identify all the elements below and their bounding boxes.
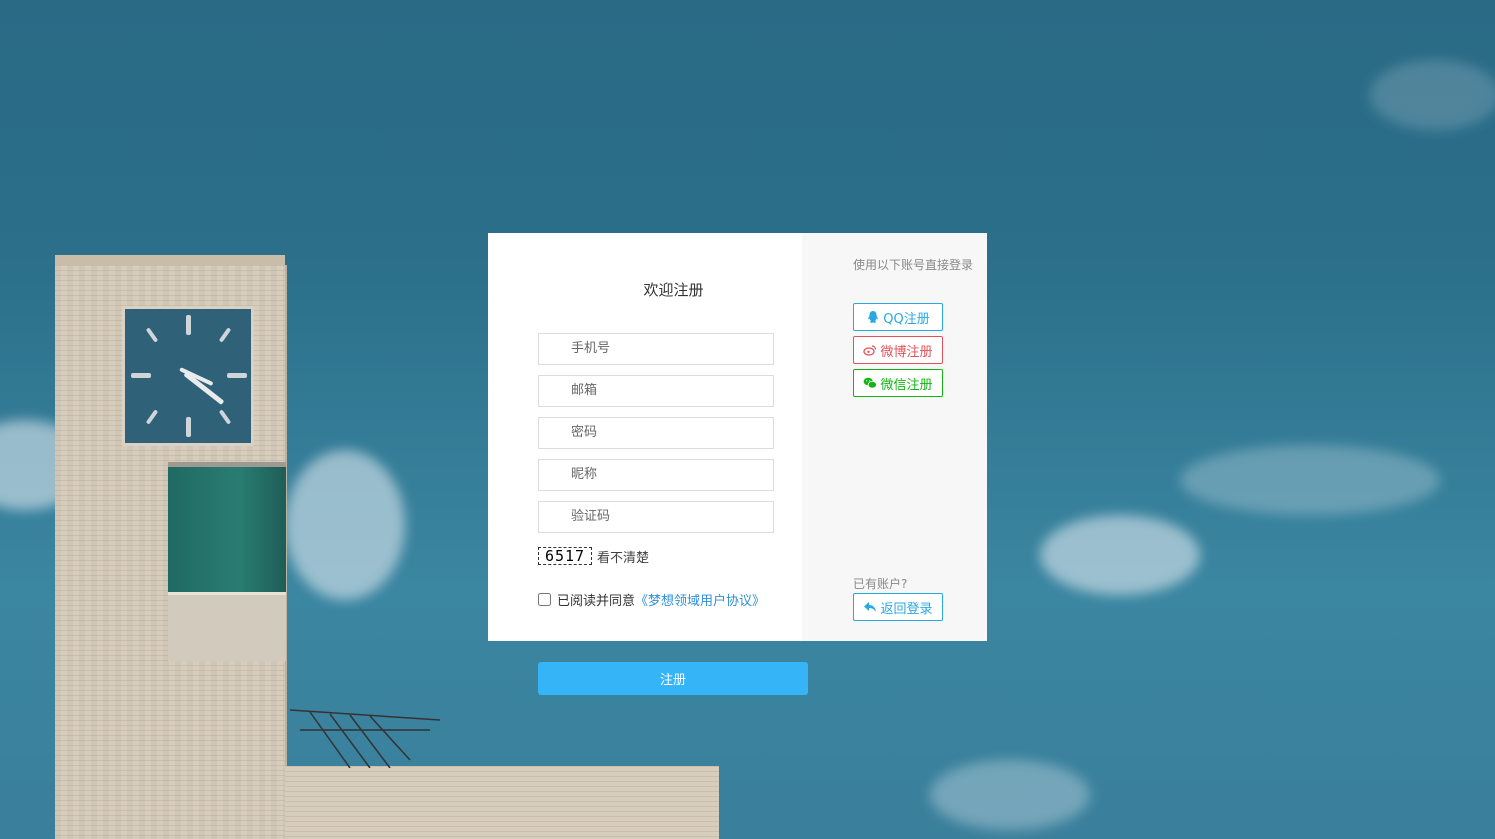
phone-input[interactable]: 手机号	[538, 333, 774, 365]
balcony	[168, 592, 286, 661]
clock-mark	[145, 327, 159, 343]
password-input[interactable]: 密码	[538, 417, 774, 449]
cloud	[1040, 515, 1200, 595]
cloud	[285, 450, 405, 600]
captcha-input[interactable]: 验证码	[538, 501, 774, 533]
building-wall	[285, 766, 719, 839]
wechat-register-button[interactable]: 微信注册	[853, 369, 943, 397]
cloud	[1370, 60, 1495, 130]
weibo-register-button[interactable]: 微博注册	[853, 336, 943, 364]
reply-arrow-icon	[864, 602, 877, 612]
nickname-input[interactable]: 昵称	[538, 459, 774, 491]
agreement-link[interactable]: 《梦想领域用户协议》	[635, 590, 765, 609]
captcha-image[interactable]: 6517	[538, 547, 592, 565]
register-form: 欢迎注册 手机号 邮箱 密码 昵称 验证码 6517 看不清楚 已阅读并同意 《…	[488, 233, 802, 641]
clock-mark	[227, 373, 247, 378]
clock-hand	[183, 371, 225, 406]
clock-mark	[218, 327, 232, 343]
power-pylon	[290, 709, 440, 768]
third-party-panel: 使用以下账号直接登录 QQ注册 微博注册 微信注册 已有账户? 返回登录	[802, 233, 987, 641]
email-input[interactable]: 邮箱	[538, 375, 774, 407]
register-card: 欢迎注册 手机号 邮箱 密码 昵称 验证码 6517 看不清楚 已阅读并同意 《…	[488, 233, 987, 641]
back-to-login-button[interactable]: 返回登录	[853, 593, 943, 621]
qq-register-button[interactable]: QQ注册	[853, 303, 943, 331]
has-account-text: 已有账户?	[853, 577, 908, 591]
wechat-icon	[864, 377, 878, 389]
agreement-row: 已阅读并同意 《梦想领域用户协议》	[538, 590, 765, 609]
qq-register-label: QQ注册	[883, 311, 930, 327]
third-party-hint: 使用以下账号直接登录	[853, 258, 974, 272]
qq-icon	[868, 311, 879, 323]
clock-mark	[218, 409, 232, 425]
clock-mark	[131, 373, 151, 378]
weibo-register-label: 微博注册	[880, 344, 933, 360]
agreement-text: 已阅读并同意	[557, 594, 636, 609]
clock-mark	[186, 315, 191, 335]
glass-window	[168, 462, 286, 602]
clock-mark	[186, 417, 191, 437]
clock-face	[122, 306, 254, 446]
captcha-refresh-link[interactable]: 看不清楚	[597, 547, 649, 566]
weibo-icon	[863, 345, 877, 356]
cloud	[930, 760, 1090, 830]
clock-mark	[145, 409, 159, 425]
cloud	[1180, 445, 1440, 515]
agreement-checkbox[interactable]	[538, 593, 551, 606]
wechat-register-label: 微信注册	[880, 377, 933, 393]
register-submit-button[interactable]: 注册	[538, 662, 808, 695]
back-to-login-label: 返回登录	[880, 601, 933, 617]
